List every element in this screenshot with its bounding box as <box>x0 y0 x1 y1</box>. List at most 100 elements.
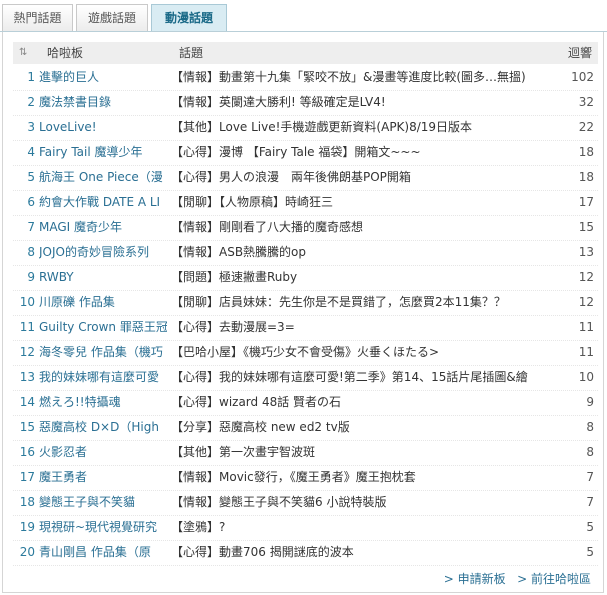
topic-link[interactable]: 【情報】變態王子與不笑貓6 小說特裝版 <box>171 490 561 514</box>
board-link[interactable]: 川原礫 作品集 <box>39 290 167 314</box>
board-link[interactable]: Guilty Crown 罪惡王冠 <box>39 315 167 339</box>
reply-count: 7 <box>586 470 594 484</box>
topic-link[interactable]: 【心得】我的妹妹哪有這麼可愛!第二季》第14、15話片尾插圖&繪 <box>171 365 561 389</box>
table-row: 8 JOJO的奇妙冒險系列 【情報】ASB熱騰騰的op 13 <box>13 240 598 266</box>
row-number: 3 <box>27 120 35 134</box>
topic-link[interactable]: 【心得】漫博 【Fairy Tale 福袋】開箱文~~~ <box>171 140 561 164</box>
topic-panel: ⇅ 哈啦板 話題 迴響 1 進擊的巨人 【情報】動畫第十九集「緊咬不放」&漫畫等進度… <box>2 32 604 593</box>
table-row: 6 約會大作戰 DATE A LI 【閒聊】【人物原稿】時崎狂三 17 <box>13 190 598 216</box>
table-row: 18 變態王子與不笑貓 【情報】變態王子與不笑貓6 小說特裝版 7 <box>13 490 598 516</box>
board-link[interactable]: 青山剛昌 作品集（原 <box>39 540 167 564</box>
board-link[interactable]: 現視研~現代視覺研究 <box>39 515 167 539</box>
topic-link[interactable]: 【塗鴉】? <box>171 515 561 539</box>
row-number: 8 <box>27 245 35 259</box>
topic-link[interactable]: 【心得】去動漫展=3= <box>171 315 561 339</box>
sort-icon[interactable]: ⇅ <box>19 42 27 64</box>
apply-board-link[interactable]: > 申請新板 <box>444 572 506 586</box>
row-number: 2 <box>27 95 35 109</box>
reply-count: 5 <box>586 545 594 559</box>
board-link[interactable]: 魔法禁書目錄 <box>39 90 167 114</box>
table-row: 3 LoveLive! 【其他】Love Live!手機遊戲更新資料(APK)8/1… <box>13 115 598 141</box>
topic-link[interactable]: 【情報】剛剛看了八大播的魔奇感想 <box>171 215 561 239</box>
table-row: 13 我的妹妹哪有這麼可愛 【心得】我的妹妹哪有這麼可愛!第二季》第14、15話片尾… <box>13 365 598 391</box>
row-number: 14 <box>19 395 35 409</box>
row-number: 20 <box>19 545 35 559</box>
topic-link[interactable]: 【心得】動畫706 揭開謎底的波本 <box>171 540 561 564</box>
reply-count: 12 <box>578 270 594 284</box>
topic-link[interactable]: 【閒聊】【人物原稿】時崎狂三 <box>171 190 561 214</box>
table-row: 12 海冬零兒 作品集（機巧 【巴哈小屋】《機巧少女不會受傷》火垂くほたる> 11 <box>13 340 598 366</box>
board-link[interactable]: 航海王 One Piece（漫 <box>39 165 167 189</box>
table-row: 17 魔王勇者 【情報】Movic發行，《魔王勇者》魔王抱枕套 7 <box>13 465 598 491</box>
table-row: 15 惡魔高校 D×D（High 【分享】惡魔高校 new ed2 tv版 8 <box>13 415 598 441</box>
go-forum-link[interactable]: > 前往哈啦區 <box>517 572 591 586</box>
reply-count: 11 <box>578 320 594 334</box>
reply-count: 22 <box>578 120 594 134</box>
tab-game-topics[interactable]: 遊戲話題 <box>76 4 148 31</box>
header-topic: 話題 <box>179 46 204 60</box>
row-number: 13 <box>19 370 35 384</box>
board-link[interactable]: 變態王子與不笑貓 <box>39 490 167 514</box>
topic-link[interactable]: 【情報】Movic發行，《魔王勇者》魔王抱枕套 <box>171 465 561 489</box>
reply-count: 5 <box>586 520 594 534</box>
topic-link[interactable]: 【問題】極速撇畫Ruby <box>171 265 561 289</box>
row-number: 12 <box>19 345 35 359</box>
topic-link[interactable]: 【心得】wizard 48話 賢者の石 <box>171 390 561 414</box>
reply-count: 15 <box>578 220 594 234</box>
board-link[interactable]: MAGI 魔奇少年 <box>39 215 167 239</box>
table-row: 4 Fairy Tail 魔導少年 【心得】漫博 【Fairy Tale 福袋】開箱… <box>13 140 598 166</box>
row-number: 15 <box>19 420 35 434</box>
reply-count: 17 <box>578 195 594 209</box>
board-link[interactable]: 魔王勇者 <box>39 465 167 489</box>
row-number: 9 <box>27 270 35 284</box>
table-row: 1 進擊的巨人 【情報】動畫第十九集「緊咬不放」&漫畫等進度比較(圖多…無搵) 102 <box>13 65 598 91</box>
row-number: 10 <box>19 295 35 309</box>
board-link[interactable]: 惡魔高校 D×D（High <box>39 415 167 439</box>
topic-link[interactable]: 【情報】動畫第十九集「緊咬不放」&漫畫等進度比較(圖多…無搵) <box>171 65 561 89</box>
reply-count: 7 <box>586 495 594 509</box>
reply-count: 11 <box>578 345 594 359</box>
tab-hot-topics[interactable]: 熱門話題 <box>2 4 73 31</box>
row-number: 4 <box>27 145 35 159</box>
board-link[interactable]: 約會大作戰 DATE A LI <box>39 190 167 214</box>
table-row: 14 燃えろ!!特攝魂 【心得】wizard 48話 賢者の石 9 <box>13 390 598 416</box>
board-link[interactable]: LoveLive! <box>39 115 167 139</box>
reply-count: 18 <box>578 145 594 159</box>
topic-link[interactable]: 【巴哈小屋】《機巧少女不會受傷》火垂くほたる> <box>171 340 561 364</box>
row-number: 18 <box>19 495 35 509</box>
table-row: 16 火影忍者 【其他】第一次畫宇智波斑 8 <box>13 440 598 466</box>
topic-link[interactable]: 【心得】男人の浪漫 兩年後佛朗基POP開箱 <box>171 165 561 189</box>
reply-count: 18 <box>578 170 594 184</box>
reply-count: 102 <box>571 70 594 84</box>
board-link[interactable]: 火影忍者 <box>39 440 167 464</box>
table-row: 9 RWBY 【問題】極速撇畫Ruby 12 <box>13 265 598 291</box>
row-number: 16 <box>19 445 35 459</box>
reply-count: 8 <box>586 420 594 434</box>
topic-link[interactable]: 【情報】ASB熱騰騰的op <box>171 240 561 264</box>
topic-link[interactable]: 【其他】Love Live!手機遊戲更新資料(APK)8/19日版本 <box>171 115 561 139</box>
header-replies: 迴響 <box>567 46 592 60</box>
board-link[interactable]: 進擊的巨人 <box>39 65 167 89</box>
table-row: 2 魔法禁書目錄 【情報】英闌達大勝利! 等級確定是LV4! 32 <box>13 90 598 116</box>
table-row: 11 Guilty Crown 罪惡王冠 【心得】去動漫展=3= 11 <box>13 315 598 341</box>
topic-link[interactable]: 【閒聊】店員妹妹：先生你是不是買錯了，怎麼買2本11集？？ <box>171 290 561 314</box>
board-link[interactable]: JOJO的奇妙冒險系列 <box>39 240 167 264</box>
tab-anime-topics[interactable]: 動漫話題 <box>151 4 227 32</box>
table-header: ⇅ 哈啦板 話題 迴響 <box>13 42 598 64</box>
topic-link[interactable]: 【分享】惡魔高校 new ed2 tv版 <box>171 415 561 439</box>
board-link[interactable]: 我的妹妹哪有這麼可愛 <box>39 365 167 389</box>
topic-link[interactable]: 【其他】第一次畫宇智波斑 <box>171 440 561 464</box>
row-number: 1 <box>27 70 35 84</box>
row-number: 6 <box>27 195 35 209</box>
footer-links: > 申請新板 > 前往哈啦區 <box>444 570 591 587</box>
row-number: 11 <box>19 320 35 334</box>
board-link[interactable]: 燃えろ!!特攝魂 <box>39 390 167 414</box>
topic-link[interactable]: 【情報】英闌達大勝利! 等級確定是LV4! <box>171 90 561 114</box>
board-link[interactable]: Fairy Tail 魔導少年 <box>39 140 167 164</box>
row-number: 17 <box>19 470 35 484</box>
table-row: 7 MAGI 魔奇少年 【情報】剛剛看了八大播的魔奇感想 15 <box>13 215 598 241</box>
board-link[interactable]: 海冬零兒 作品集（機巧 <box>39 340 167 364</box>
row-number: 7 <box>27 220 35 234</box>
reply-count: 13 <box>578 245 594 259</box>
board-link[interactable]: RWBY <box>39 265 167 289</box>
